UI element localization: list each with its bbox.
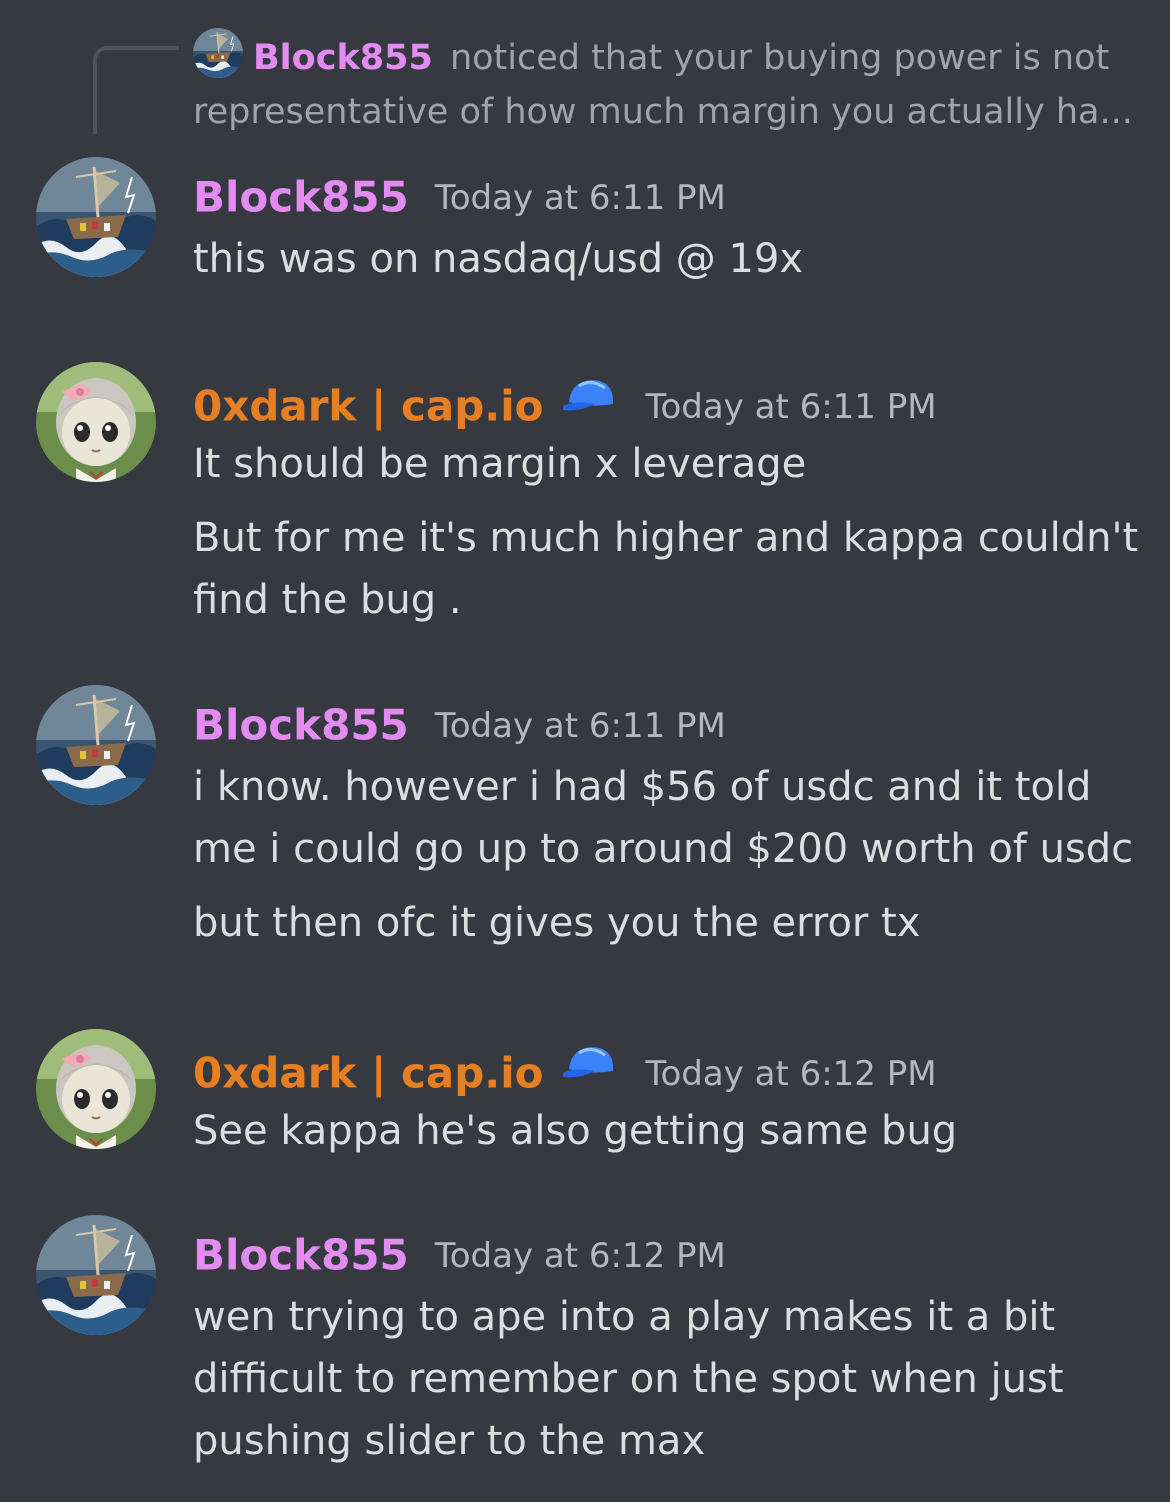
reply-avatar[interactable] (193, 28, 243, 78)
message-content: i know. however i had $56 of usdc and it… (193, 756, 1153, 954)
avatar[interactable] (36, 157, 156, 277)
timestamp[interactable]: Today at 6:11 PM (435, 178, 726, 218)
reply-connector-line (93, 46, 179, 134)
avatar[interactable] (36, 362, 156, 482)
message-header: Block855 Today at 6:12 PM (193, 1225, 726, 1285)
timestamp[interactable]: Today at 6:12 PM (435, 1236, 726, 1276)
reply-author[interactable]: Block855 (253, 38, 433, 78)
author-name[interactable]: Block855 (193, 173, 409, 222)
message-text: pushing slider to the max (193, 1418, 706, 1464)
message-text: but then ofc it gives you the error tx (193, 900, 921, 946)
message-content: It should be margin x leverage But for m… (193, 433, 1153, 631)
message-text: See kappa he's also getting same bug (193, 1108, 958, 1154)
message-text: But for me it's much higher and kappa co… (193, 515, 1139, 561)
message-header: 0xdark | cap.io Today at 6:11 PM (193, 372, 937, 432)
message-text: this was on nasdaq/usd @ 19x (193, 236, 804, 282)
message-text: difficult to remember on the spot when j… (193, 1356, 1064, 1402)
message-text: It should be margin x leverage (193, 441, 807, 487)
reply-preview-text-line2: representative of how much margin you ac… (193, 92, 1133, 132)
author-name[interactable]: 0xdark | cap.io (193, 382, 543, 431)
reply-preview-text: noticed that your buying power is not (449, 38, 1110, 78)
reply-preview[interactable]: Block855 noticed that your buying power … (193, 28, 1153, 139)
message-header: Block855 Today at 6:11 PM (193, 695, 726, 755)
message-content: See kappa he's also getting same bug (193, 1100, 1153, 1162)
timestamp[interactable]: Today at 6:11 PM (645, 387, 936, 427)
avatar[interactable] (36, 1215, 156, 1335)
message-text: me i could go up to around $200 worth of… (193, 826, 1134, 872)
cap-icon (559, 372, 619, 441)
message-content: this was on nasdaq/usd @ 19x (193, 228, 1153, 290)
message-text: i know. however i had $56 of usdc and it… (193, 764, 1092, 810)
message-content: wen trying to ape into a play makes it a… (193, 1286, 1153, 1472)
avatar[interactable] (36, 685, 156, 805)
author-name[interactable]: 0xdark | cap.io (193, 1049, 543, 1098)
avatar[interactable] (36, 1029, 156, 1149)
timestamp[interactable]: Today at 6:12 PM (645, 1054, 936, 1094)
message-text: find the bug . (193, 577, 462, 623)
message-header: 0xdark | cap.io Today at 6:12 PM (193, 1039, 937, 1099)
timestamp[interactable]: Today at 6:11 PM (435, 706, 726, 746)
author-name[interactable]: Block855 (193, 701, 409, 750)
author-name[interactable]: Block855 (193, 1231, 409, 1280)
message-header: Block855 Today at 6:11 PM (193, 167, 726, 227)
chat-panel: Block855 noticed that your buying power … (0, 0, 1170, 1502)
cap-icon (559, 1039, 619, 1108)
message-text: wen trying to ape into a play makes it a… (193, 1294, 1056, 1340)
